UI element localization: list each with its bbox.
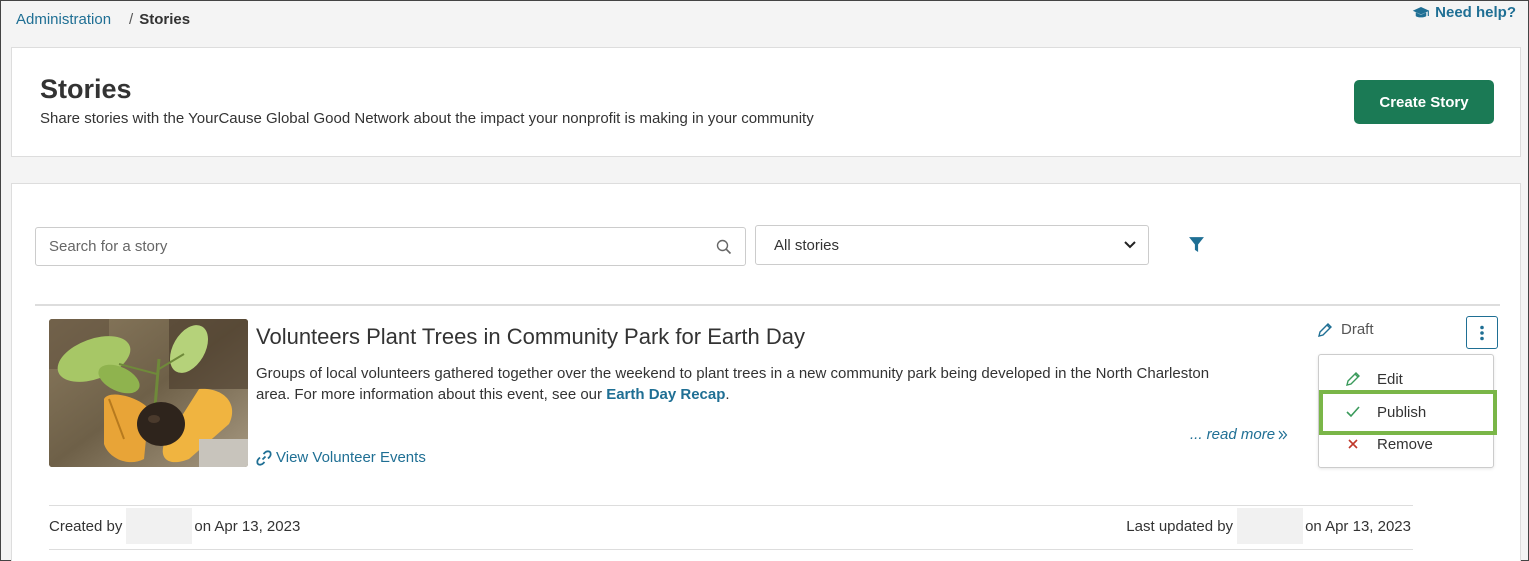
- divider: [49, 505, 1413, 506]
- need-help-label: Need help?: [1435, 4, 1516, 21]
- story-thumbnail[interactable]: [49, 319, 248, 467]
- redacted-editor: [1237, 508, 1304, 544]
- status-label: Draft: [1341, 321, 1374, 338]
- status-badge: Draft: [1317, 321, 1374, 338]
- last-updated-date: on Apr 13, 2023: [1305, 517, 1411, 535]
- breadcrumb: Administration / Stories: [16, 11, 190, 28]
- seedling-image: [49, 319, 248, 467]
- created-date: on Apr 13, 2023: [194, 517, 301, 535]
- link-icon: [256, 449, 272, 466]
- search-input[interactable]: [36, 228, 745, 265]
- story-filter-select[interactable]: All stories: [755, 225, 1149, 265]
- search-icon[interactable]: [716, 239, 732, 255]
- read-more-link[interactable]: ... read more: [1190, 426, 1288, 443]
- earth-day-recap-link[interactable]: Earth Day Recap: [606, 386, 725, 403]
- story-description-end: .: [725, 386, 730, 403]
- divider: [35, 304, 1500, 306]
- created-by-label: Created by: [49, 517, 123, 535]
- story-filter-value: All stories: [774, 236, 840, 254]
- redacted-author: [126, 508, 193, 544]
- story-description-text: Groups of local volunteers gathered toge…: [256, 365, 1210, 403]
- page-header: Stories Share stories with the YourCause…: [11, 47, 1521, 157]
- graduation-cap-icon: [1412, 6, 1430, 17]
- story-description: Groups of local volunteers gathered toge…: [256, 363, 1246, 405]
- chevron-down-icon: [1124, 241, 1136, 249]
- page-title: Stories: [40, 74, 132, 104]
- need-help-link[interactable]: Need help?: [1412, 4, 1516, 21]
- stories-panel: All stories: [11, 183, 1521, 561]
- last-updated-label: Last updated by: [1126, 517, 1234, 535]
- view-volunteer-events-label: View Volunteer Events: [276, 449, 426, 466]
- menu-item-remove-label: Remove: [1377, 435, 1433, 453]
- breadcrumb-current: Stories: [139, 11, 191, 28]
- breadcrumb-administration-link[interactable]: Administration: [16, 11, 111, 28]
- page-subtitle: Share stories with the YourCause Global …: [40, 110, 814, 127]
- publish-highlight-box: [1319, 390, 1497, 435]
- double-chevron-right-icon: [1278, 430, 1288, 439]
- x-icon: [1345, 436, 1361, 452]
- filter-icon[interactable]: [1188, 236, 1205, 253]
- divider: [49, 549, 1413, 550]
- created-by-info: Created by on Apr 13, 2023: [49, 508, 301, 544]
- story-title[interactable]: Volunteers Plant Trees in Community Park…: [256, 324, 805, 350]
- read-more-label: ... read more: [1190, 426, 1276, 443]
- last-updated-info: Last updated by on Apr 13, 2023: [1126, 508, 1411, 544]
- search-box: [35, 227, 746, 266]
- pencil-icon: [1345, 371, 1361, 387]
- menu-item-edit[interactable]: Edit: [1319, 365, 1493, 393]
- kebab-menu-icon: [1480, 325, 1484, 340]
- menu-item-edit-label: Edit: [1377, 370, 1403, 388]
- breadcrumb-separator: /: [129, 11, 134, 28]
- create-story-button[interactable]: Create Story: [1354, 80, 1494, 124]
- view-volunteer-events-link[interactable]: View Volunteer Events: [256, 449, 426, 466]
- pencil-icon: [1318, 322, 1332, 337]
- story-actions-button[interactable]: [1466, 316, 1498, 349]
